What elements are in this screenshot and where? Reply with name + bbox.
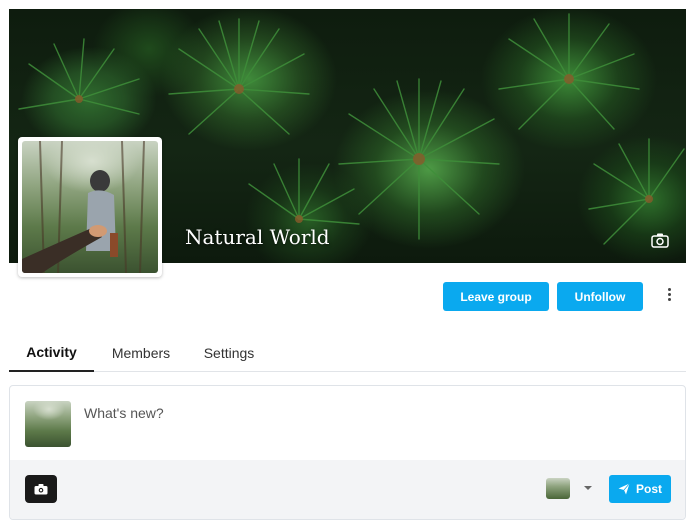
post-label: Post — [635, 482, 662, 496]
group-tabs: Activity Members Settings — [9, 334, 686, 372]
paper-plane-icon — [618, 483, 630, 495]
camera-icon[interactable] — [650, 231, 670, 249]
add-photo-button[interactable] — [25, 475, 57, 503]
tab-members[interactable]: Members — [103, 334, 179, 372]
group-avatar[interactable] — [18, 137, 162, 277]
group-title: Natural World — [185, 225, 330, 249]
post-as-avatar[interactable] — [546, 478, 570, 499]
tab-settings[interactable]: Settings — [195, 334, 263, 372]
unfollow-button[interactable]: Unfollow — [557, 282, 643, 311]
vertical-ellipsis-icon[interactable] — [664, 288, 674, 306]
tab-activity[interactable]: Activity — [9, 334, 94, 372]
activity-composer: Post — [9, 385, 686, 520]
composer-toolbar: Post — [10, 460, 685, 519]
user-avatar — [25, 401, 71, 447]
whats-new-input[interactable] — [84, 402, 664, 424]
camera-icon — [34, 484, 48, 495]
group-avatar-photo — [22, 141, 158, 273]
post-button[interactable]: Post — [609, 475, 671, 503]
chevron-down-icon[interactable] — [584, 486, 592, 490]
leave-group-button[interactable]: Leave group — [443, 282, 549, 311]
